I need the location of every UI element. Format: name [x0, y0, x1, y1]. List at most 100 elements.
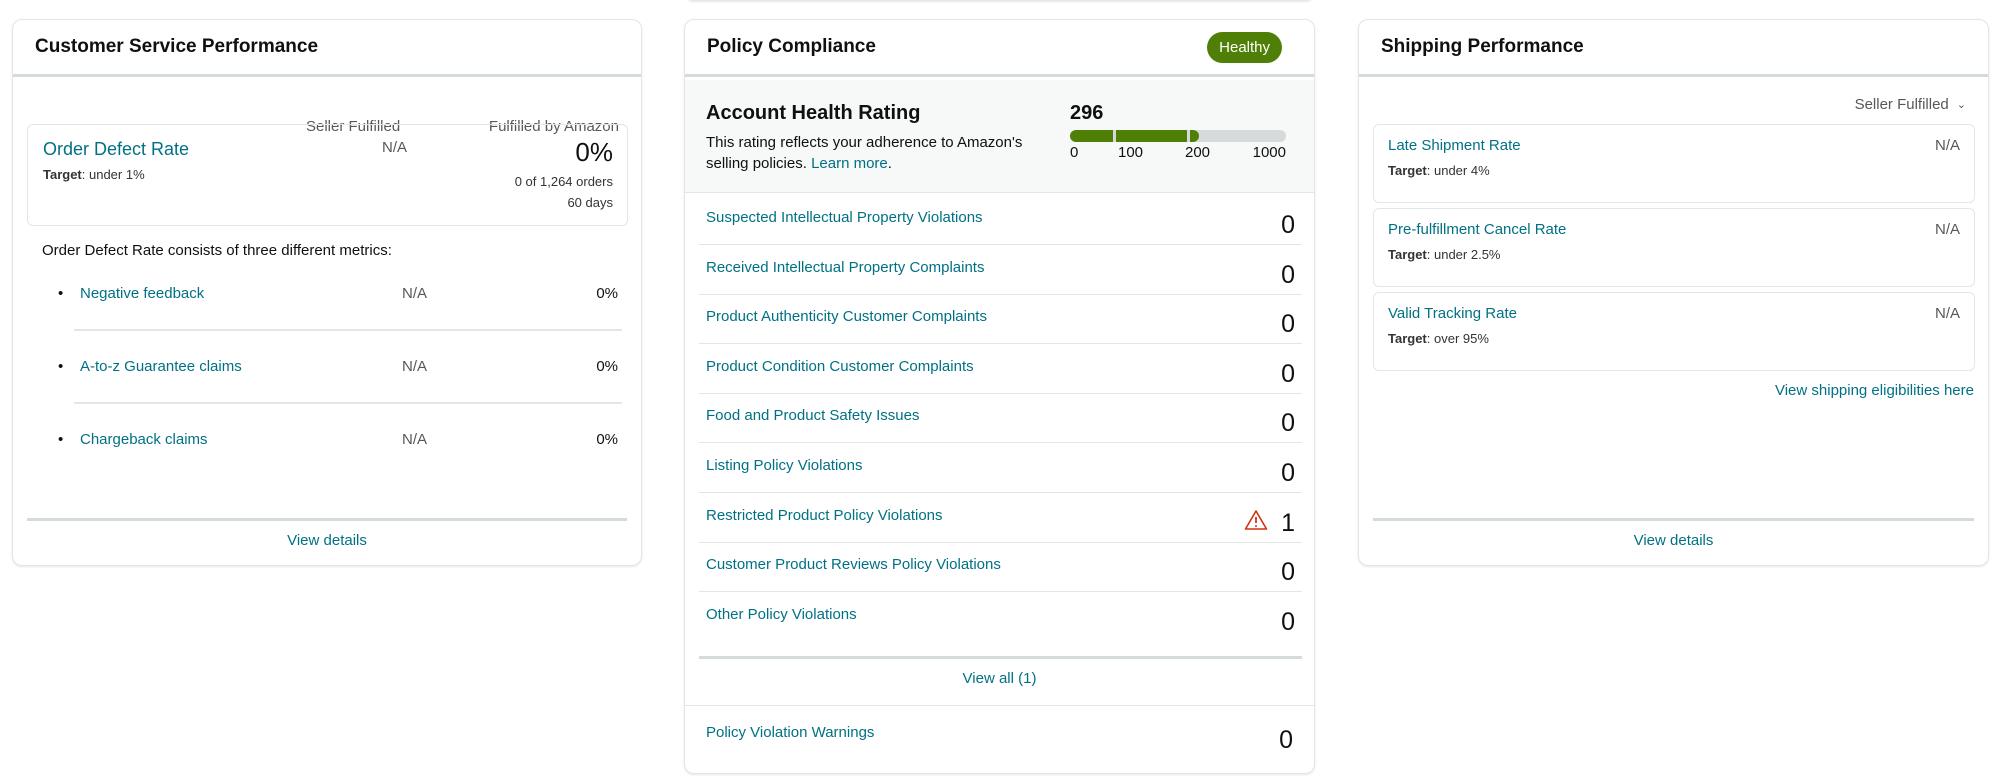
- metric-row: • A-to-z Guarantee claims N/A 0%: [42, 354, 630, 426]
- metric-value: N/A: [1934, 221, 1960, 238]
- odr-description: Order Defect Rate consists of three diff…: [42, 242, 392, 259]
- tick-label: 200: [1185, 144, 1211, 161]
- shipping-eligibilities-link[interactable]: View shipping eligibilities here: [1775, 382, 1974, 399]
- bullet-icon: •: [58, 358, 64, 375]
- footer-divider: [699, 656, 1302, 659]
- policy-row: Product Condition Customer Complaints 0: [699, 344, 1302, 394]
- metric-seller-value: N/A: [402, 431, 428, 448]
- fulfillment-filter-dropdown[interactable]: Seller Fulfilled ⌄: [1855, 96, 1966, 113]
- policy-link[interactable]: Food and Product Safety Issues: [706, 407, 919, 424]
- policy-link[interactable]: Customer Product Reviews Policy Violatio…: [706, 556, 1001, 573]
- policy-count: 0: [1281, 558, 1295, 587]
- card-title: Customer Service Performance: [35, 36, 319, 57]
- bullet-icon: •: [58, 285, 64, 302]
- policy-link[interactable]: Restricted Product Policy Violations: [706, 507, 943, 524]
- policy-compliance-card: Policy Compliance Healthy Account Health…: [684, 19, 1315, 774]
- target-value: : under 2.5%: [1426, 247, 1501, 262]
- ahr-scale: 0 100 200 1000: [1070, 144, 1286, 162]
- policy-violation-warnings-link[interactable]: Policy Violation Warnings: [706, 724, 874, 741]
- odr-seller-value: N/A: [382, 139, 408, 156]
- divider: [685, 705, 1314, 706]
- target-label: Target: [43, 167, 82, 182]
- divider: [74, 329, 622, 331]
- metric-value: N/A: [1934, 137, 1960, 154]
- policy-link[interactable]: Listing Policy Violations: [706, 457, 862, 474]
- order-defect-rate-box: Order Defect Rate Target: under 1% N/A 0…: [27, 124, 628, 226]
- policy-link[interactable]: Received Intellectual Property Complaint…: [706, 259, 984, 276]
- target-value: : under 4%: [1426, 163, 1490, 178]
- ahr-bar-segment: [1189, 130, 1199, 142]
- card-title: Policy Compliance: [707, 36, 876, 57]
- policy-row: Other Policy Violations 0: [699, 592, 1302, 642]
- metric-target: Target: under 2.5%: [1388, 247, 1500, 262]
- odr-fba-value: 0%: [575, 137, 613, 167]
- policy-link[interactable]: Product Condition Customer Complaints: [706, 358, 974, 375]
- policy-count: 0: [1281, 260, 1295, 289]
- ahr-bar-segment: [1070, 130, 1114, 142]
- metric-link[interactable]: Valid Tracking Rate: [1388, 305, 1517, 322]
- ahr-title: Account Health Rating: [706, 102, 921, 124]
- target-label: Target: [1388, 163, 1427, 178]
- ahr-bar-segment: [1116, 130, 1187, 142]
- policy-count: 0: [1281, 409, 1295, 438]
- view-details-link[interactable]: View details: [1359, 532, 1988, 549]
- metric-link[interactable]: A-to-z Guarantee claims: [80, 358, 242, 375]
- view-all-link[interactable]: View all (1): [685, 670, 1314, 687]
- metric-fba-value: 0%: [596, 358, 618, 375]
- policy-link[interactable]: Suspected Intellectual Property Violatio…: [706, 209, 983, 226]
- customer-service-card: Customer Service Performance Seller Fulf…: [12, 19, 642, 566]
- odr-order-count: 0 of 1,264 orders: [514, 174, 613, 189]
- policy-row: Listing Policy Violations 0: [699, 443, 1302, 493]
- policy-count: 0: [1281, 310, 1295, 339]
- metric-seller-value: N/A: [402, 358, 428, 375]
- odr-target: Target: under 1%: [43, 167, 145, 182]
- metric-link[interactable]: Negative feedback: [80, 285, 204, 302]
- target-value: : under 1%: [81, 167, 145, 182]
- target-label: Target: [1388, 331, 1427, 346]
- period: .: [887, 155, 892, 172]
- divider: [74, 402, 622, 404]
- metric-fba-value: 0%: [596, 431, 618, 448]
- metric-value: N/A: [1934, 305, 1960, 322]
- metric-row: • Negative feedback N/A 0%: [42, 281, 630, 353]
- metric-fba-value: 0%: [596, 285, 618, 302]
- order-defect-rate-link[interactable]: Order Defect Rate: [43, 139, 189, 160]
- shipping-metric-box: Pre-fulfillment Cancel Rate Target: unde…: [1373, 208, 1975, 287]
- metric-link[interactable]: Late Shipment Rate: [1388, 137, 1521, 154]
- footer-divider: [1373, 518, 1974, 521]
- policy-link[interactable]: Other Policy Violations: [706, 606, 857, 623]
- ahr-score-bar: [1070, 130, 1286, 142]
- card-header: Shipping Performance: [1359, 20, 1988, 77]
- card-title: Shipping Performance: [1381, 36, 1584, 57]
- policy-count: 0: [1281, 459, 1295, 487]
- policy-row: Product Authenticity Customer Complaints…: [699, 294, 1302, 345]
- filter-label: Seller Fulfilled: [1854, 96, 1949, 113]
- metric-row: • Chargeback claims N/A 0%: [42, 427, 630, 499]
- target-value: : over 95%: [1426, 331, 1489, 346]
- metric-link[interactable]: Pre-fulfillment Cancel Rate: [1388, 221, 1566, 238]
- policy-row: Restricted Product Policy Violations 1: [699, 493, 1302, 543]
- previous-card-edge: [684, 0, 1315, 1]
- bullet-icon: •: [58, 431, 64, 448]
- tick-label: 1000: [1252, 144, 1286, 161]
- policy-count: 0: [1281, 607, 1295, 636]
- footer-divider: [27, 518, 627, 521]
- policy-count: 0: [1281, 359, 1295, 388]
- policy-row: Food and Product Safety Issues 0: [699, 393, 1302, 444]
- metric-link[interactable]: Chargeback claims: [80, 431, 208, 448]
- view-details-link[interactable]: View details: [13, 532, 641, 549]
- tick-label: 100: [1118, 144, 1144, 161]
- policy-violation-warnings-count: 0: [1279, 726, 1293, 754]
- policy-row: Customer Product Reviews Policy Violatio…: [699, 542, 1302, 593]
- target-label: Target: [1388, 247, 1427, 262]
- account-health-rating: Account Health Rating This rating reflec…: [685, 80, 1314, 193]
- policy-link[interactable]: Product Authenticity Customer Complaints: [706, 308, 987, 325]
- ahr-description: This rating reflects your adherence to A…: [706, 132, 1046, 174]
- learn-more-link[interactable]: Learn more: [811, 155, 888, 172]
- policy-count: 1: [1281, 508, 1295, 537]
- card-header: Customer Service Performance: [13, 20, 641, 77]
- shipping-performance-card: Shipping Performance Seller Fulfilled ⌄ …: [1358, 19, 1989, 566]
- policy-count: 0: [1281, 211, 1295, 239]
- policy-row: Received Intellectual Property Complaint…: [699, 245, 1302, 295]
- warning-icon: [1244, 509, 1268, 531]
